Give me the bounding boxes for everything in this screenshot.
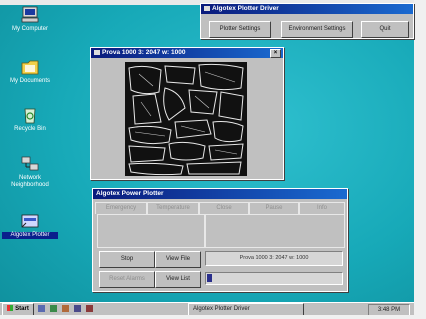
- window-app-icon: [204, 5, 210, 11]
- plotter-driver-titlebar[interactable]: Algotex Plotter Driver: [201, 4, 413, 14]
- monitor-bezel-bottom: [0, 315, 426, 319]
- plot-preview-title: Prova 1000 3: 2047 w: 1000: [102, 49, 186, 56]
- tab-info[interactable]: Info: [299, 202, 345, 214]
- plot-progress-bar: [205, 272, 343, 285]
- window-app-icon: [94, 49, 100, 55]
- recycle-bin-icon: [19, 106, 41, 124]
- monitor-bezel-right: [414, 0, 426, 319]
- reset-alarms-button[interactable]: Reset Alarms: [99, 271, 155, 288]
- progress-fill: [207, 274, 212, 282]
- power-plotter-title: Algotex Power Plotter: [96, 190, 164, 197]
- view-list-button[interactable]: View List: [155, 271, 201, 288]
- plotter-driver-title: Algotex Plotter Driver: [212, 5, 279, 12]
- marker-preview-canvas: [125, 62, 247, 176]
- tab-panel-right: [205, 214, 345, 248]
- desktop-icon-label: My Computer: [11, 26, 48, 32]
- tab-panel: [97, 214, 205, 248]
- desktop-icon-label: Algotex Plotter: [2, 232, 58, 239]
- plotter-driver-window: Algotex Plotter Driver Plotter Settings …: [200, 3, 414, 39]
- quick-launch-icon[interactable]: [62, 305, 69, 312]
- desktop-icon-algotex-plotter[interactable]: Algotex Plotter: [2, 212, 58, 239]
- plotter-shortcut-icon: [19, 212, 41, 230]
- computer-icon: [19, 6, 41, 24]
- desktop-icon-network[interactable]: Network Neighborhood: [2, 155, 58, 189]
- quit-button[interactable]: Quit: [361, 21, 409, 38]
- network-icon: [19, 155, 41, 173]
- environment-settings-button[interactable]: Environment Settings: [281, 21, 353, 38]
- current-file-status: Prova 1000 3: 2047 w: 1000: [205, 251, 343, 266]
- desktop-icon-label: Network Neighborhood: [11, 175, 49, 188]
- quick-launch-icon[interactable]: [38, 305, 45, 312]
- tab-close[interactable]: Close: [199, 202, 249, 214]
- desktop-icon-recycle-bin[interactable]: Recycle Bin: [2, 106, 58, 133]
- start-label: Start: [15, 306, 29, 312]
- close-icon[interactable]: ×: [270, 49, 281, 58]
- quick-launch-icon[interactable]: [50, 305, 57, 312]
- quick-launch-icon[interactable]: [74, 305, 81, 312]
- power-plotter-titlebar[interactable]: Algotex Power Plotter: [93, 189, 347, 199]
- view-file-button[interactable]: View File: [155, 251, 201, 268]
- quick-launch-icons: [38, 305, 158, 313]
- desktop-icon-label: Recycle Bin: [14, 126, 46, 132]
- desktop-icon-my-documents[interactable]: My Documents: [2, 58, 58, 85]
- tab-pause[interactable]: Pause: [249, 202, 299, 214]
- folder-icon: [19, 58, 41, 76]
- desktop-icon-my-computer[interactable]: My Computer: [2, 6, 58, 33]
- taskbar-task-label: Algotex Plotter Driver: [193, 306, 250, 312]
- tab-emergency[interactable]: Emergency: [95, 202, 147, 214]
- stop-button[interactable]: Stop: [99, 251, 155, 268]
- plot-preview-window: Prova 1000 3: 2047 w: 1000 ×: [90, 47, 284, 180]
- plotter-settings-button[interactable]: Plotter Settings: [209, 21, 271, 38]
- taskbar: Start Algotex Plotter Driver 3:48 PM: [0, 302, 414, 316]
- windows-logo-icon: [7, 305, 14, 312]
- desktop-icon-label: My Documents: [9, 78, 50, 84]
- tab-temperature[interactable]: Temperature: [147, 202, 199, 214]
- power-plotter-window: Algotex Power Plotter Emergency Temperat…: [92, 188, 348, 292]
- quick-launch-icon[interactable]: [86, 305, 93, 312]
- plot-preview-titlebar[interactable]: Prova 1000 3: 2047 w: 1000 ×: [91, 48, 283, 58]
